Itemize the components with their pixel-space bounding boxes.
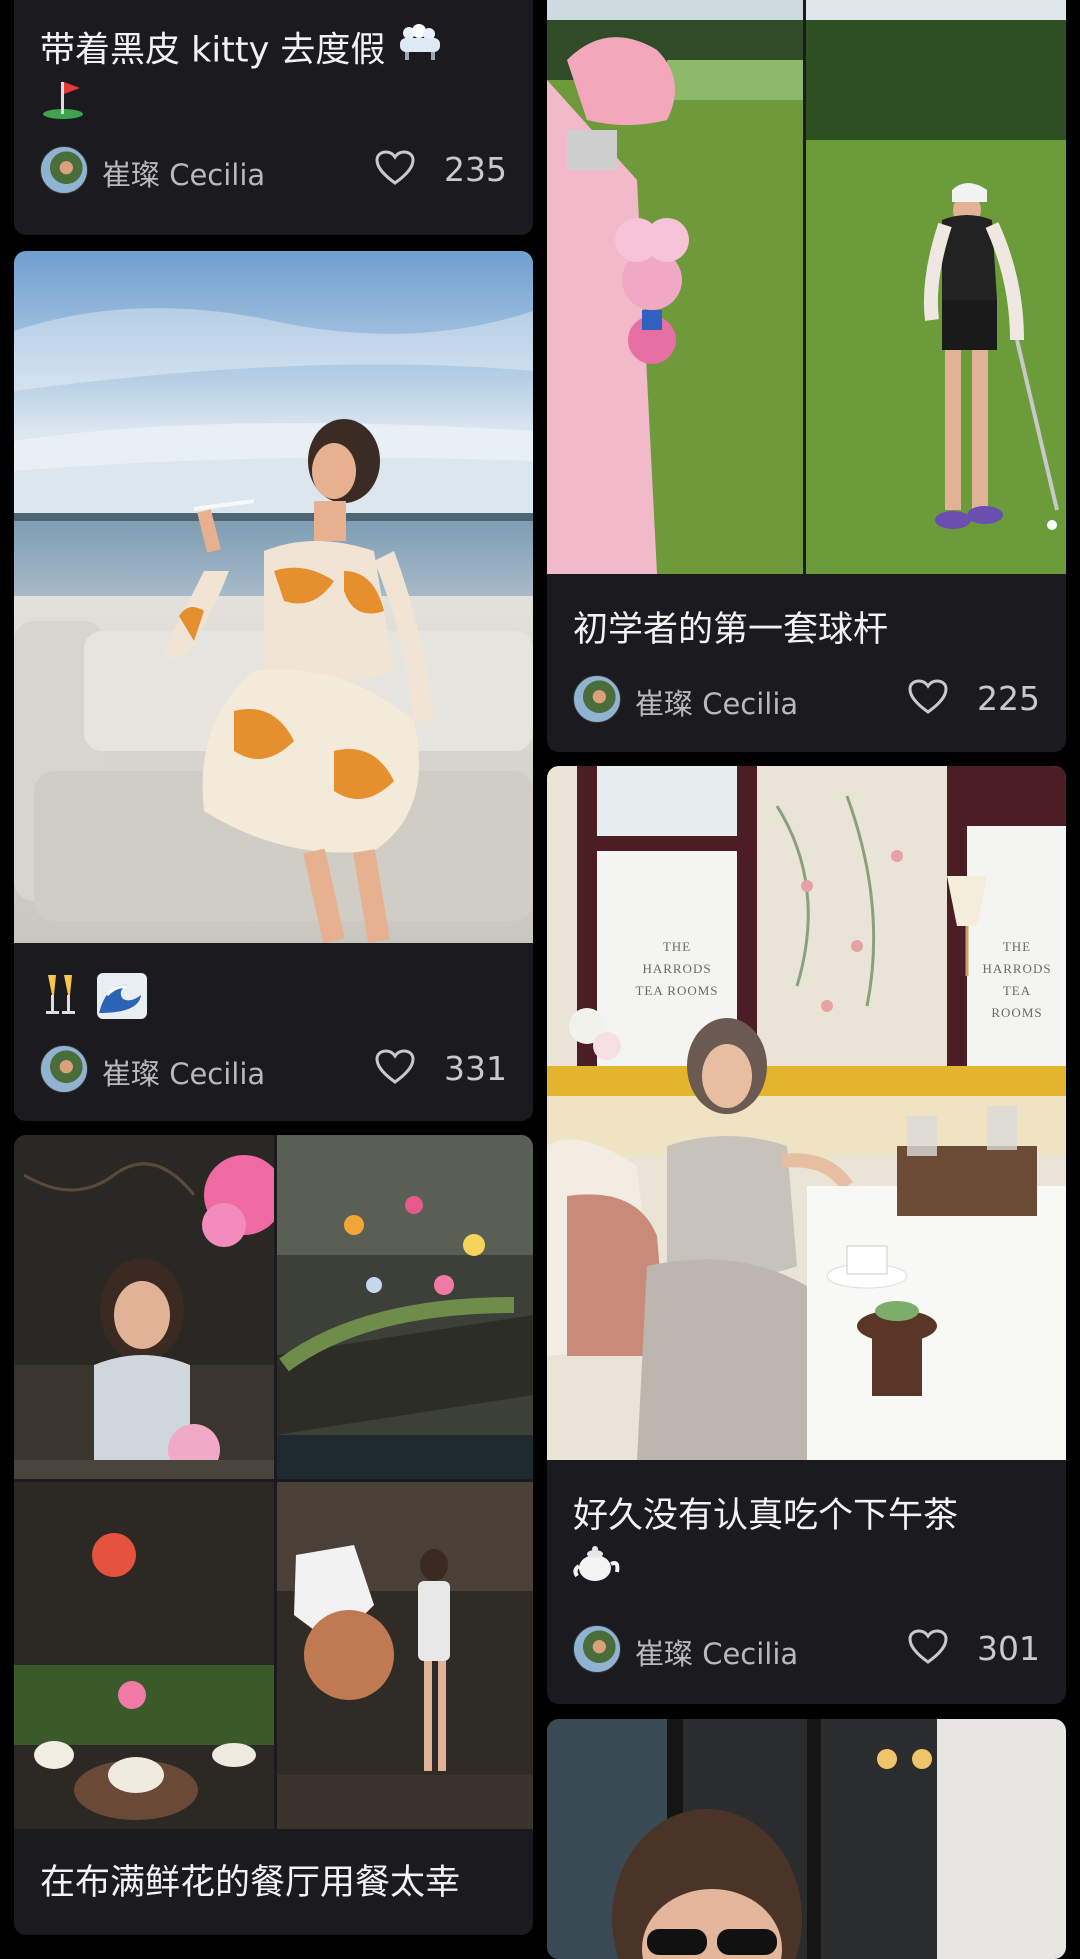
note-title: 初学者的第一套球杆 [573,610,889,650]
note-card[interactable] [547,1719,1066,1959]
note-card[interactable]: 崔璨 Cecilia 331 [14,251,533,1121]
like-count: 301 [977,1629,1040,1668]
avatar[interactable] [40,1045,88,1093]
flower-restaurant-collage [14,1135,533,1829]
yacht-photo [14,251,533,943]
wave-icon [97,973,148,1034]
golf-photo [547,0,1066,574]
note-title: 好久没有认真吃个下午茶 [573,1496,959,1536]
note-title: 带着黑皮 kitty 去度假 [40,24,507,79]
note-meta: 崔璨 Cecilia 225 [573,673,1040,723]
note-card[interactable]: THE HARRODS TEA ROOMS THE HARRODS TEA RO… [547,766,1066,1704]
heart-icon[interactable] [375,150,415,186]
like-count: 331 [444,1049,507,1088]
like-count: 225 [977,679,1040,718]
golf-flag-icon [40,76,507,135]
emoji-title [40,973,507,1034]
tea-rooms-sign: THE HARRODS TEA ROOMS [635,939,719,998]
author-name[interactable]: 崔璨 Cecilia [635,681,798,723]
avatar[interactable] [573,1625,621,1673]
bathtub-icon [397,24,443,79]
note-meta: 崔璨 Cecilia 331 [40,1043,507,1093]
heart-icon[interactable] [908,1629,948,1665]
sunglasses-photo [547,1719,1066,1959]
like-count: 235 [444,150,507,189]
author-name[interactable]: 崔璨 Cecilia [102,1051,265,1093]
author-name[interactable]: 崔璨 Cecilia [635,1631,798,1673]
tea-room-photo: THE HARRODS TEA ROOMS THE HARRODS TEA RO… [547,766,1066,1460]
heart-icon[interactable] [908,679,948,715]
champagne-icon [40,973,80,1034]
note-card[interactable]: 初学者的第一套球杆 崔璨 Cecilia 225 [547,0,1066,752]
teapot-icon [573,1542,1040,1601]
note-meta: 崔璨 Cecilia 301 [573,1623,1040,1673]
note-card[interactable]: 在布满鲜花的餐厅用餐太幸 [14,1135,533,1935]
avatar[interactable] [573,675,621,723]
author-name[interactable]: 崔璨 Cecilia [102,152,265,194]
note-title: 在布满鲜花的餐厅用餐太幸 [40,1863,461,1903]
note-meta: 崔璨 Cecilia 235 [40,144,507,194]
heart-icon[interactable] [375,1049,415,1085]
tea-rooms-sign-right: THE HARRODS TEA ROOMS [982,939,1052,1020]
note-card[interactable]: 带着黑皮 kitty 去度假 崔璨 Cecilia 235 [14,0,533,235]
avatar[interactable] [40,146,88,194]
